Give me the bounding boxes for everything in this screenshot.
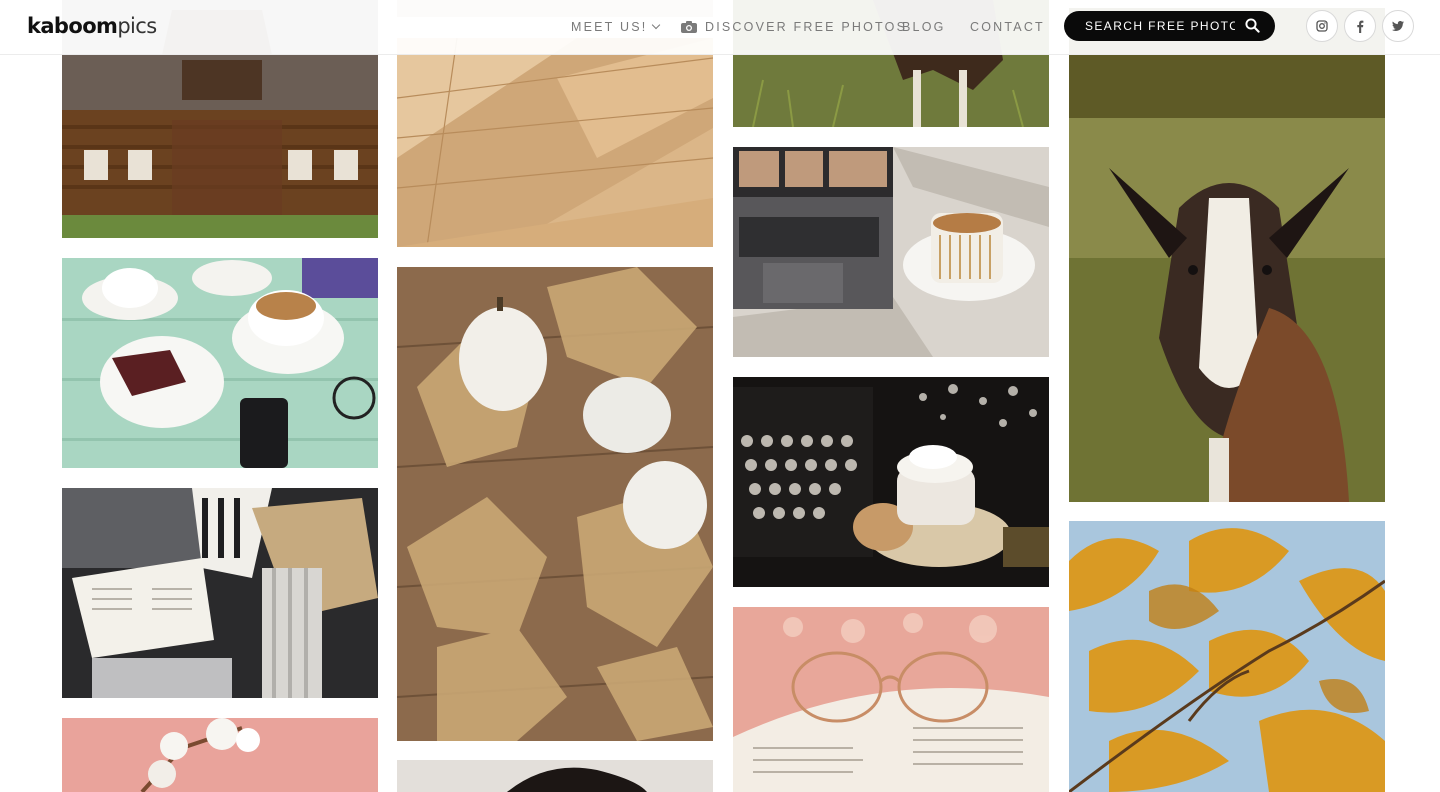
facebook-icon: [1357, 20, 1364, 33]
photo-parquet-floor[interactable]: [397, 38, 713, 247]
nav-discover-label: DISCOVER FREE PHOTOS: [705, 20, 908, 34]
site-logo[interactable]: kaboom pics: [27, 14, 157, 38]
instagram-icon: [1316, 20, 1328, 32]
photo-goat-portrait[interactable]: [1069, 8, 1385, 502]
facebook-button[interactable]: [1344, 10, 1376, 42]
search-box[interactable]: [1064, 11, 1275, 41]
logo-secondary: pics: [117, 14, 157, 38]
coffee-cake-image: [62, 258, 378, 468]
instagram-button[interactable]: [1306, 10, 1338, 42]
goat-portrait-image: [1069, 8, 1385, 502]
nav-discover-free-photos[interactable]: DISCOVER FREE PHOTOS: [681, 19, 907, 35]
search-input[interactable]: [1085, 11, 1235, 41]
photo-woman-portrait[interactable]: [397, 760, 713, 792]
chevron-down-icon: [652, 20, 661, 30]
photo-glasses-on-book[interactable]: [733, 607, 1049, 792]
logo-primary: kaboom: [27, 14, 118, 38]
site-header: kaboom pics MEET US! DISCOVER FREE PHOTOS…: [0, 0, 1440, 55]
photo-laptop-coffee[interactable]: [733, 147, 1049, 357]
glasses-book-image: [733, 607, 1049, 792]
parquet-floor-image: [397, 38, 713, 247]
photo-reading-book-flowers[interactable]: [62, 488, 378, 698]
reading-book-image: [62, 488, 378, 698]
photo-autumn-leaves-sky[interactable]: [1069, 521, 1385, 792]
camera-icon: [681, 21, 697, 33]
twitter-icon: [1392, 21, 1404, 31]
photo-pumpkins-autumn-leaves[interactable]: [397, 267, 713, 741]
cotton-image: [62, 718, 378, 792]
laptop-coffee-image: [733, 147, 1049, 357]
autumn-leaves-image: [1069, 521, 1385, 792]
search-icon[interactable]: [1245, 18, 1260, 33]
nav-meet-us[interactable]: MEET US!: [571, 19, 661, 35]
photo-typewriter-cappuccino[interactable]: [733, 377, 1049, 587]
woman-portrait-image: [397, 760, 713, 792]
twitter-button[interactable]: [1382, 10, 1414, 42]
typewriter-image: [733, 377, 1049, 587]
pumpkins-image: [397, 267, 713, 741]
nav-contact[interactable]: CONTACT: [970, 19, 1045, 35]
nav-meet-us-label: MEET US!: [571, 20, 648, 34]
photo-cotton-pink[interactable]: [62, 718, 378, 792]
photo-coffee-cake-table[interactable]: [62, 258, 378, 468]
nav-blog[interactable]: BLOG: [902, 19, 946, 35]
